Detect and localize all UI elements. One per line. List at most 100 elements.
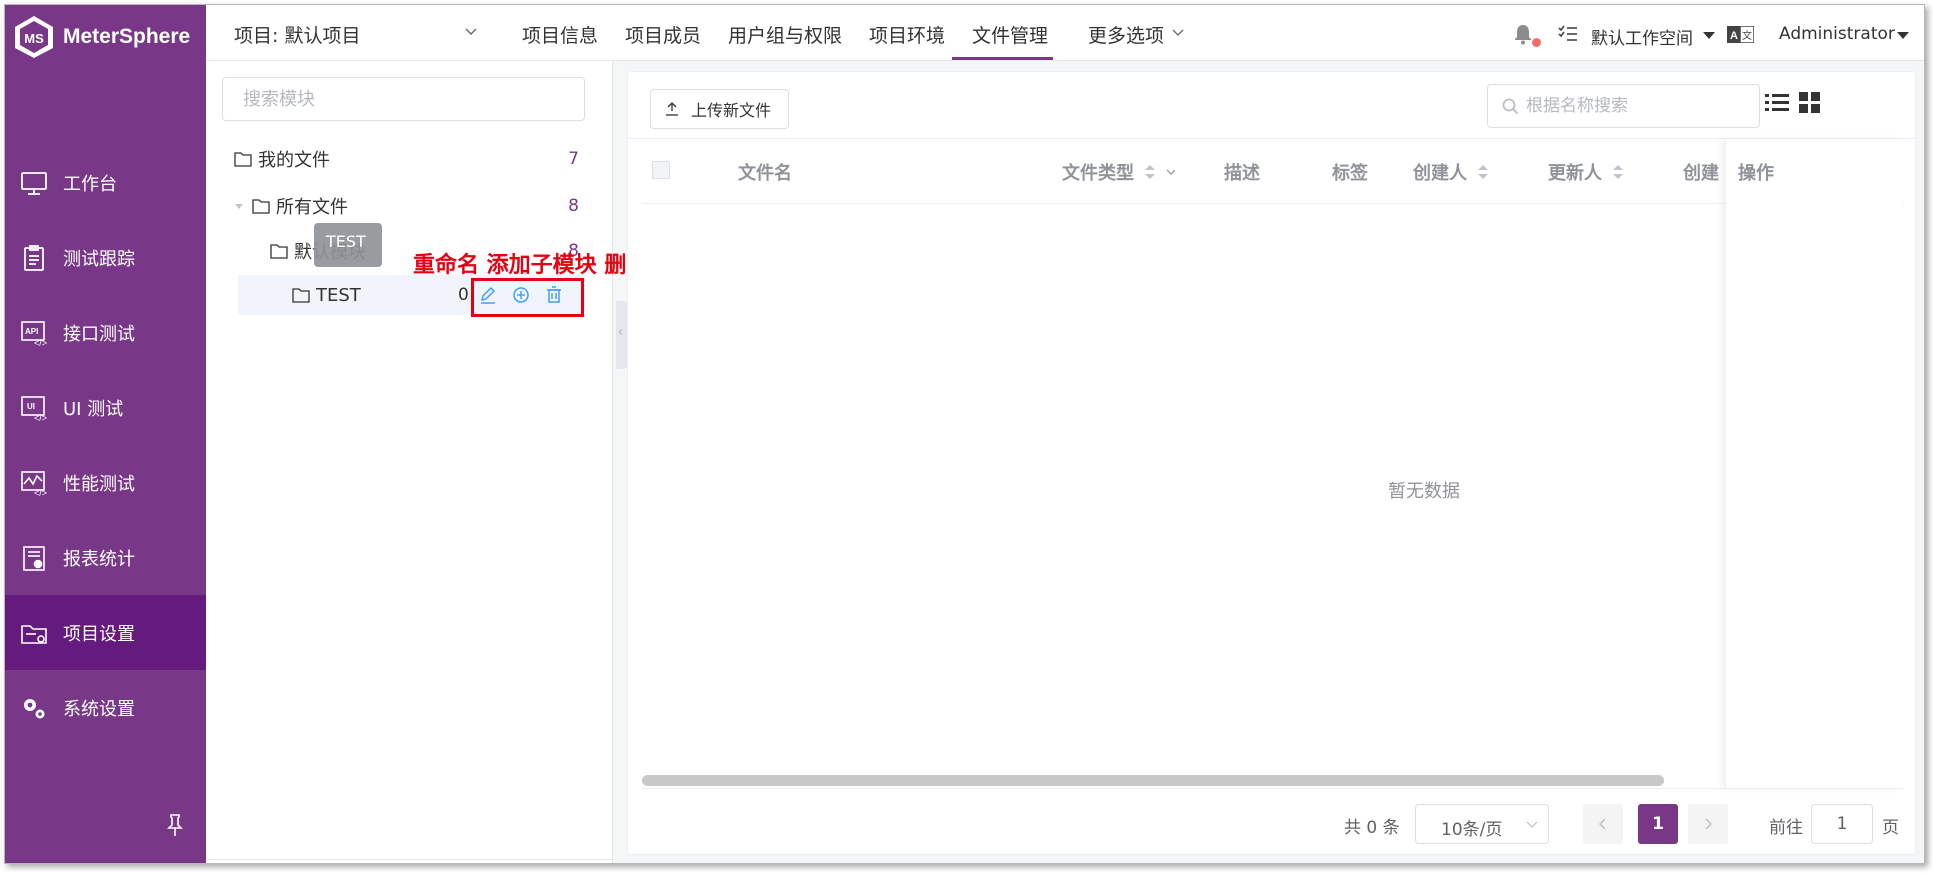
tab-file-management[interactable]: 文件管理 xyxy=(972,21,1048,48)
logo[interactable]: MS MeterSphere xyxy=(13,15,190,59)
bell-icon[interactable] xyxy=(1512,23,1534,45)
nav-item-test-track[interactable]: 测试跟踪 xyxy=(5,220,206,295)
pin-icon[interactable] xyxy=(165,813,185,837)
filter-chevron-icon[interactable] xyxy=(1166,167,1176,177)
nav-item-api-test[interactable]: API </> 接口测试 xyxy=(5,295,206,370)
module-search-input[interactable] xyxy=(222,77,585,121)
tree-label: 我的文件 xyxy=(258,150,330,171)
language-icon[interactable]: A文 xyxy=(1727,26,1754,43)
column-tags[interactable]: 标签 xyxy=(1332,159,1368,185)
tab-project-members[interactable]: 项目成员 xyxy=(625,21,701,48)
tree-label: TEST xyxy=(316,284,361,306)
sort-icon[interactable] xyxy=(1144,163,1156,181)
next-page-button[interactable] xyxy=(1688,804,1728,844)
pagination-total: 共 0 条 xyxy=(1344,818,1400,838)
column-creator[interactable]: 创建人 xyxy=(1413,159,1489,185)
page-size-value: 10条/页 xyxy=(1441,820,1503,840)
actions-column: 操作 xyxy=(1725,139,1903,789)
nav-label: 接口测试 xyxy=(63,323,135,345)
svg-text:文: 文 xyxy=(1742,29,1752,42)
annotation-text: 重命名 添加子模块 删除 xyxy=(413,253,649,278)
prev-page-button[interactable] xyxy=(1583,804,1623,844)
page-suffix: 页 xyxy=(1882,818,1899,838)
column-description[interactable]: 描述 xyxy=(1224,159,1260,185)
page-number-current[interactable]: 1 xyxy=(1638,804,1678,844)
sort-icon[interactable] xyxy=(1612,163,1624,181)
tab-more-options[interactable]: 更多选项 xyxy=(1088,21,1164,48)
metersphere-logo-icon: MS xyxy=(15,16,53,58)
chevron-left-icon xyxy=(1598,818,1606,830)
caret-down-icon[interactable] xyxy=(234,201,244,211)
column-create-time[interactable]: 创建 xyxy=(1683,159,1719,185)
page-size-select[interactable]: 10条/页 xyxy=(1415,804,1549,844)
nav-item-workbench[interactable]: 工作台 xyxy=(5,145,206,220)
nav-label: 性能测试 xyxy=(63,473,135,495)
folder-icon xyxy=(292,288,310,303)
svg-text:</>: </> xyxy=(34,488,47,497)
sidebar: MS MeterSphere 工作台 测试跟踪 API </> 接口测试 UI </… xyxy=(5,5,206,863)
gears-icon xyxy=(19,693,49,723)
folder-settings-icon xyxy=(19,618,49,648)
goto-page-input[interactable] xyxy=(1811,804,1873,844)
panel-divider xyxy=(206,859,613,860)
tab-project-info[interactable]: 项目信息 xyxy=(522,21,598,48)
chevron-down-icon[interactable] xyxy=(464,25,478,39)
nav-label: 工作台 xyxy=(63,173,117,195)
nav-item-project-settings[interactable]: 项目设置 xyxy=(5,595,206,670)
tree-label: 所有文件 xyxy=(276,197,348,218)
notification-dot xyxy=(1532,38,1541,47)
tab-user-groups[interactable]: 用户组与权限 xyxy=(728,21,842,48)
svg-text:</>: </> xyxy=(34,413,47,422)
file-search-input[interactable] xyxy=(1526,93,1751,119)
api-icon: API </> xyxy=(19,318,49,348)
svg-text:</>: </> xyxy=(34,338,47,347)
annotation-box xyxy=(471,278,584,317)
tree-node-my-files[interactable]: 我的文件 7 xyxy=(234,139,585,179)
tree-count: 0 xyxy=(458,285,469,305)
list-view-icon[interactable] xyxy=(1765,92,1789,114)
svg-text:API: API xyxy=(25,327,38,336)
column-label: 更新人 xyxy=(1548,163,1602,184)
horizontal-scrollbar[interactable] xyxy=(642,775,1664,786)
project-select[interactable]: 项目: 默认项目 xyxy=(234,21,360,48)
workspace-select[interactable]: 默认工作空间 xyxy=(1591,24,1693,49)
caret-down-icon[interactable] xyxy=(1703,32,1715,39)
report-icon xyxy=(19,543,49,573)
nav-item-report[interactable]: 报表统计 xyxy=(5,520,206,595)
top-bar: 项目: 默认项目 项目信息 项目成员 用户组与权限 项目环境 文件管理 更多选项… xyxy=(206,5,1924,61)
file-content: 上传新文件 文件名 文件类型 描述 标签 创建人 更新人 xyxy=(627,71,1917,855)
caret-down-icon[interactable] xyxy=(1897,32,1909,39)
goto-label: 前往 xyxy=(1769,818,1803,838)
sort-icon[interactable] xyxy=(1477,163,1489,181)
tree-node-all-files[interactable]: 所有文件 8 xyxy=(234,186,585,226)
column-file-name[interactable]: 文件名 xyxy=(738,159,792,185)
nav-item-system-settings[interactable]: 系统设置 xyxy=(5,670,206,745)
folder-icon xyxy=(234,152,252,167)
nav-label: 报表统计 xyxy=(63,548,135,570)
svg-text:UI: UI xyxy=(27,402,35,411)
empty-state: 暂无数据 xyxy=(1388,481,1460,502)
folder-icon xyxy=(270,244,288,259)
tooltip: TEST xyxy=(314,223,382,267)
column-updater[interactable]: 更新人 xyxy=(1548,159,1624,185)
chevron-left-icon: ‹ xyxy=(618,325,624,340)
clipboard-icon xyxy=(19,243,49,273)
chevron-down-icon[interactable] xyxy=(1172,27,1184,39)
select-all-checkbox[interactable] xyxy=(652,161,670,179)
search-icon xyxy=(1502,98,1519,115)
tab-project-env[interactable]: 项目环境 xyxy=(869,21,945,48)
column-file-type[interactable]: 文件类型 xyxy=(1062,159,1176,185)
column-label: 文件类型 xyxy=(1062,163,1134,184)
chart-icon: </> xyxy=(19,468,49,498)
column-label: 创建人 xyxy=(1413,163,1467,184)
user-menu[interactable]: Administrator xyxy=(1779,24,1895,44)
file-search xyxy=(1487,84,1760,128)
nav-item-performance-test[interactable]: </> 性能测试 xyxy=(5,445,206,520)
nav-item-ui-test[interactable]: UI </> UI 测试 xyxy=(5,370,206,445)
upload-file-button[interactable]: 上传新文件 xyxy=(650,89,789,129)
grid-view-icon[interactable] xyxy=(1799,92,1820,113)
tree-count: 8 xyxy=(568,196,579,216)
nav-label: 系统设置 xyxy=(63,698,135,720)
tree-count: 7 xyxy=(568,149,579,169)
app-window: MS MeterSphere 工作台 测试跟踪 API </> 接口测试 UI </… xyxy=(4,4,1925,864)
